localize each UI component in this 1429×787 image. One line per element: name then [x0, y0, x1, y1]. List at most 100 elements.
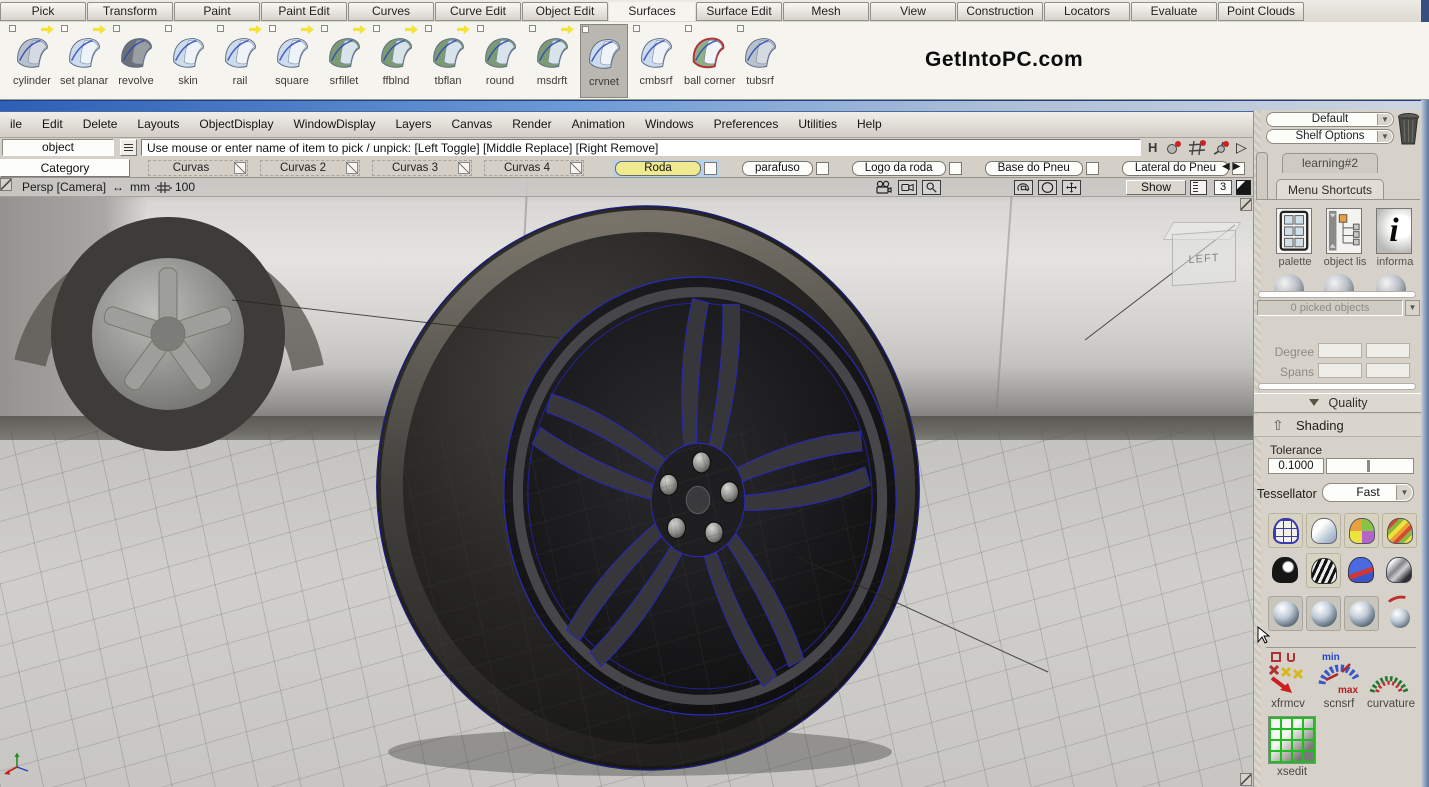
- object-lister-icon[interactable]: [1326, 208, 1362, 254]
- clipped-tool-icon[interactable]: [1274, 274, 1304, 292]
- chrome-mode-button[interactable]: [1382, 553, 1417, 588]
- layer-item[interactable]: parafuso: [742, 161, 829, 176]
- menu-item[interactable]: Layers: [385, 112, 441, 137]
- prompt-line-input[interactable]: [141, 139, 1141, 156]
- layer-pill[interactable]: Roda: [615, 161, 701, 176]
- shading-toggle-icon[interactable]: [1236, 180, 1251, 195]
- clipped-tool-icon[interactable]: [1324, 274, 1354, 292]
- menu-item[interactable]: Canvas: [442, 112, 503, 137]
- menu-item[interactable]: Animation: [562, 112, 635, 137]
- shelf-tab[interactable]: Point Clouds: [1218, 2, 1304, 21]
- layer-item[interactable]: Roda: [613, 160, 719, 177]
- layer-scroll-arrows[interactable]: ◀▶: [1222, 161, 1243, 172]
- shelf-tab[interactable]: Pick: [0, 2, 86, 21]
- tolerance-input[interactable]: 0.1000: [1268, 458, 1324, 474]
- multicolor-mode-button[interactable]: [1344, 513, 1379, 548]
- menu-item[interactable]: Edit: [32, 112, 73, 137]
- layer-pill[interactable]: Base do Pneu: [985, 161, 1083, 176]
- layer-tab[interactable]: Curvas: [148, 160, 248, 176]
- shelf-tool-button[interactable]: srfillet: [320, 24, 368, 98]
- shelf-tool-button[interactable]: round: [476, 24, 524, 98]
- layer-count-box[interactable]: 3: [1214, 180, 1232, 195]
- dropdown-arrow-icon[interactable]: ▼: [1377, 131, 1392, 142]
- shelf-tool-button[interactable]: ball corner: [684, 24, 732, 98]
- quality-section-header[interactable]: Quality: [1254, 393, 1422, 413]
- layer-checkbox[interactable]: [949, 162, 962, 175]
- category-button[interactable]: Category: [0, 159, 130, 177]
- degree-input-1[interactable]: [1318, 343, 1362, 358]
- shelf-tab[interactable]: Paint Edit: [261, 2, 347, 21]
- shelf-tab[interactable]: View: [870, 2, 956, 21]
- shelf-tab[interactable]: Mesh: [783, 2, 869, 21]
- curvature-shade-button[interactable]: [1268, 553, 1303, 588]
- trash-icon[interactable]: [1396, 111, 1421, 146]
- zebra-mode-button[interactable]: [1306, 553, 1341, 588]
- tolerance-slider-thumb[interactable]: [1367, 460, 1370, 472]
- menu-item[interactable]: Render: [502, 112, 561, 137]
- tool-checkbox[interactable]: [685, 25, 692, 32]
- tool-checkbox[interactable]: [477, 25, 484, 32]
- tessellator-dropdown[interactable]: Fast ▼: [1322, 483, 1414, 502]
- scnsrf-button[interactable]: min max: [1316, 650, 1362, 696]
- menu-item[interactable]: Preferences: [704, 112, 789, 137]
- shelf-tab[interactable]: Transform: [87, 2, 173, 21]
- view-cube[interactable]: LEFT: [1158, 222, 1246, 288]
- wireframe-mode-button[interactable]: [1268, 513, 1303, 548]
- history-button[interactable]: H: [1148, 140, 1157, 155]
- clipped-tool-icon[interactable]: [1376, 274, 1406, 292]
- zoom-icon[interactable]: [922, 180, 941, 195]
- information-icon[interactable]: i: [1376, 208, 1412, 254]
- shelf-tool-button[interactable]: tubsrf: [736, 24, 784, 98]
- shelf-set-dropdown[interactable]: Default ▼: [1266, 112, 1394, 127]
- menu-item[interactable]: ObjectDisplay: [189, 112, 283, 137]
- layer-item[interactable]: Logo da roda: [852, 161, 962, 176]
- dropdown-arrow-icon[interactable]: ▼: [1396, 485, 1412, 500]
- layer-pill[interactable]: Logo da roda: [852, 161, 946, 176]
- section-scrollbar[interactable]: [1258, 383, 1416, 390]
- shelf-tab[interactable]: Paint: [174, 2, 260, 21]
- viewport-corner-resize-icon[interactable]: [1240, 773, 1252, 786]
- layer-pill[interactable]: parafuso: [742, 161, 813, 176]
- layer-pill[interactable]: Lateral do Pneu: [1122, 161, 1229, 176]
- shelf-tab[interactable]: Curves: [348, 2, 434, 21]
- menu-item[interactable]: Layouts: [127, 112, 189, 137]
- wheel-model[interactable]: [353, 183, 942, 787]
- sidebar-shelf-tab[interactable]: Menu Shortcuts: [1276, 179, 1384, 200]
- tool-checkbox[interactable]: [9, 25, 16, 32]
- camera-label[interactable]: Persp [Camera]: [22, 180, 106, 194]
- shelf-tab[interactable]: Evaluate: [1131, 2, 1217, 21]
- curvature-button[interactable]: [1366, 650, 1412, 696]
- palette-scrollbar[interactable]: [1258, 291, 1416, 298]
- xfrmcv-button[interactable]: [1266, 650, 1312, 696]
- diagnostic-sphere-button[interactable]: [1344, 596, 1379, 631]
- list-button[interactable]: [120, 139, 137, 156]
- shelf-slim-tab[interactable]: [1256, 152, 1268, 200]
- viewport-corner-resize-icon[interactable]: [1240, 198, 1252, 211]
- layer-tab-corner-icon[interactable]: [570, 162, 582, 174]
- snap-to-point-icon[interactable]: [1164, 140, 1184, 156]
- shelf-tool-button[interactable]: tbflan: [424, 24, 472, 98]
- shelf-tool-button[interactable]: set planar: [60, 24, 108, 98]
- shelf-tool-button[interactable]: skin: [164, 24, 212, 98]
- shelf-tab[interactable]: Locators: [1044, 2, 1130, 21]
- tool-checkbox[interactable]: [737, 25, 744, 32]
- shaded-mode-button[interactable]: [1306, 513, 1341, 548]
- tool-checkbox[interactable]: [373, 25, 380, 32]
- promptline-expand-arrow[interactable]: ▷: [1236, 139, 1247, 156]
- palette-icon[interactable]: [1276, 208, 1312, 254]
- shelf-tool-button[interactable]: msdrft: [528, 24, 576, 98]
- tool-checkbox[interactable]: [269, 25, 276, 32]
- spans-input-2[interactable]: [1366, 363, 1410, 378]
- menu-item[interactable]: ile: [0, 112, 32, 137]
- menu-item[interactable]: WindowDisplay: [283, 112, 385, 137]
- highlight-mode-button[interactable]: [1344, 553, 1379, 588]
- shelf-tool-button[interactable]: cmbsrf: [632, 24, 680, 98]
- tool-checkbox[interactable]: [529, 25, 536, 32]
- pan-icon[interactable]: [1062, 180, 1081, 195]
- look-at-icon[interactable]: [1038, 180, 1057, 195]
- ruler-icon[interactable]: [1190, 180, 1207, 195]
- shelf-tab[interactable]: Surfaces: [609, 2, 695, 21]
- show-button[interactable]: Show: [1126, 180, 1186, 195]
- layer-tab-corner-icon[interactable]: [234, 162, 246, 174]
- tumble-icon[interactable]: [1014, 180, 1033, 195]
